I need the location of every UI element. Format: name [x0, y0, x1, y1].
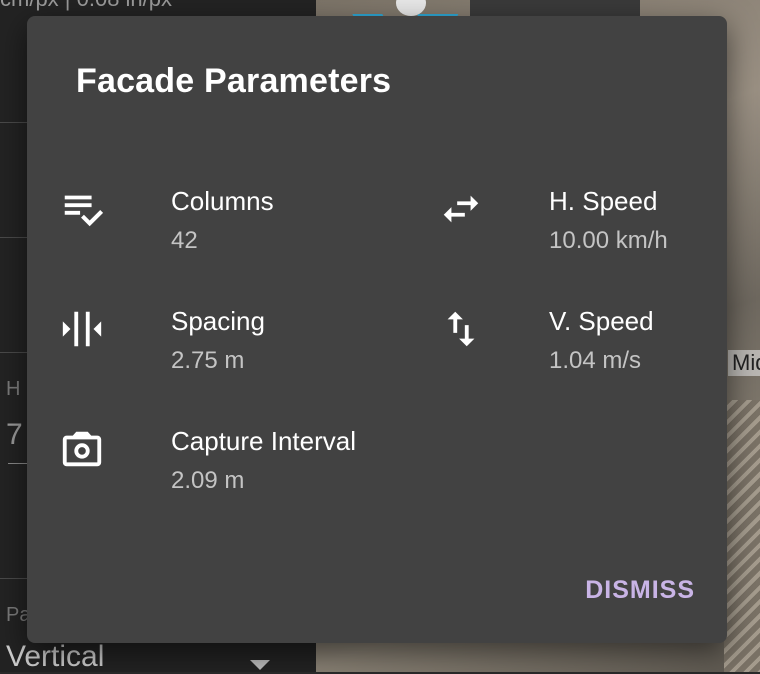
divider [0, 237, 28, 238]
param-value: 2.75 m [171, 347, 245, 374]
divider [0, 352, 28, 353]
divider [0, 122, 28, 123]
swap-vertical-icon [447, 311, 475, 347]
param-value: 1.04 m/s [549, 347, 642, 374]
playlist-check-icon [64, 195, 104, 227]
param-label: Columns [171, 186, 274, 216]
map-label: Mid [728, 350, 760, 376]
param-label: H. Speed [549, 186, 658, 216]
field-label: H [6, 378, 21, 400]
arrow-split-vertical-icon [62, 311, 102, 347]
param-label: Capture Interval [171, 426, 356, 456]
field-value[interactable]: 7 [6, 418, 23, 452]
pattern-select[interactable]: Vertical [6, 640, 104, 674]
camera-icon [62, 431, 102, 467]
dismiss-button[interactable]: DISMISS [585, 576, 695, 605]
divider [0, 578, 28, 579]
dialog-title: Facade Parameters [76, 62, 392, 100]
param-label: Spacing [171, 306, 265, 336]
map-texture [724, 400, 760, 672]
param-value: 2.09 m [171, 467, 245, 494]
param-value: 10.00 km/h [549, 227, 668, 254]
param-label: V. Speed [549, 306, 654, 336]
scale-readout: cm/px | 0.08 in/px [0, 0, 172, 12]
param-value: 42 [171, 227, 198, 254]
facade-parameters-dialog: Facade Parameters Columns 42 H. Speed 10… [27, 16, 727, 643]
swap-horizontal-icon [443, 195, 479, 223]
chevron-down-icon[interactable] [250, 660, 270, 670]
